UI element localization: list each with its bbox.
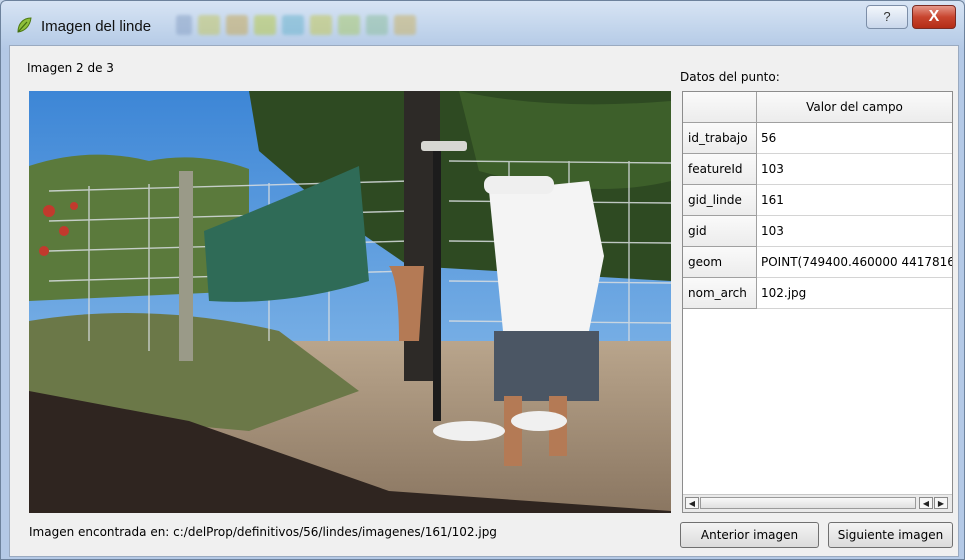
scroll-left-icon[interactable]: ◀ [919, 497, 933, 509]
table-corner[interactable] [683, 92, 757, 123]
row-header[interactable]: gid [683, 216, 757, 247]
table-row[interactable]: gid 103 [683, 216, 952, 247]
row-header[interactable]: featureId [683, 154, 757, 185]
close-icon: X [928, 8, 940, 25]
help-icon: ? [883, 9, 891, 24]
image-path-text: Imagen encontrada en: c:/delProp/definit… [29, 525, 497, 539]
next-image-button[interactable]: Siguiente imagen [828, 522, 953, 548]
table-row[interactable]: nom_arch 102.jpg [683, 278, 952, 309]
table-cell[interactable]: 161 [757, 185, 952, 216]
help-button[interactable]: ? [866, 5, 908, 29]
row-header[interactable]: gid_linde [683, 185, 757, 216]
qgis-leaf-icon [17, 17, 32, 33]
table-row[interactable]: gid_linde 161 [683, 185, 952, 216]
table-row[interactable]: featureId 103 [683, 154, 952, 185]
table-row[interactable]: id_trabajo 56 [683, 123, 952, 154]
horizontal-scrollbar[interactable]: ◀ ◀ ▶ [683, 494, 952, 512]
dialog-content: Imagen 2 de 3 Datos del punto: Valor del… [9, 45, 959, 557]
background-toolbar-blur [176, 15, 416, 37]
table-cell[interactable]: 103 [757, 216, 952, 247]
column-header-value[interactable]: Valor del campo [757, 92, 952, 123]
row-header[interactable]: nom_arch [683, 278, 757, 309]
table-cell[interactable]: 102.jpg [757, 278, 952, 309]
point-data-label: Datos del punto: [680, 70, 780, 84]
scroll-left-icon[interactable]: ◀ [685, 497, 699, 509]
table-header-row: Valor del campo [683, 92, 952, 123]
table-cell[interactable]: 103 [757, 154, 952, 185]
image-counter: Imagen 2 de 3 [27, 61, 114, 75]
field-values-table[interactable]: Valor del campo id_trabajo 56 featureId … [682, 91, 953, 513]
dialog-window: Imagen del linde ? X Imagen 2 de 3 Datos… [0, 0, 965, 560]
title-bar[interactable]: Imagen del linde ? X [1, 1, 964, 45]
table-cell[interactable]: POINT(749400.460000 4417816 [757, 247, 952, 278]
table-grid: Valor del campo id_trabajo 56 featureId … [683, 92, 952, 309]
scrollbar-thumb[interactable] [700, 497, 916, 509]
window-title: Imagen del linde [41, 18, 152, 35]
row-header[interactable]: geom [683, 247, 757, 278]
close-button[interactable]: X [912, 5, 956, 29]
boundary-photo [29, 91, 671, 513]
table-row[interactable]: geom POINT(749400.460000 4417816 [683, 247, 952, 278]
row-header[interactable]: id_trabajo [683, 123, 757, 154]
scroll-right-icon[interactable]: ▶ [934, 497, 948, 509]
previous-image-button[interactable]: Anterior imagen [680, 522, 819, 548]
table-cell[interactable]: 56 [757, 123, 952, 154]
